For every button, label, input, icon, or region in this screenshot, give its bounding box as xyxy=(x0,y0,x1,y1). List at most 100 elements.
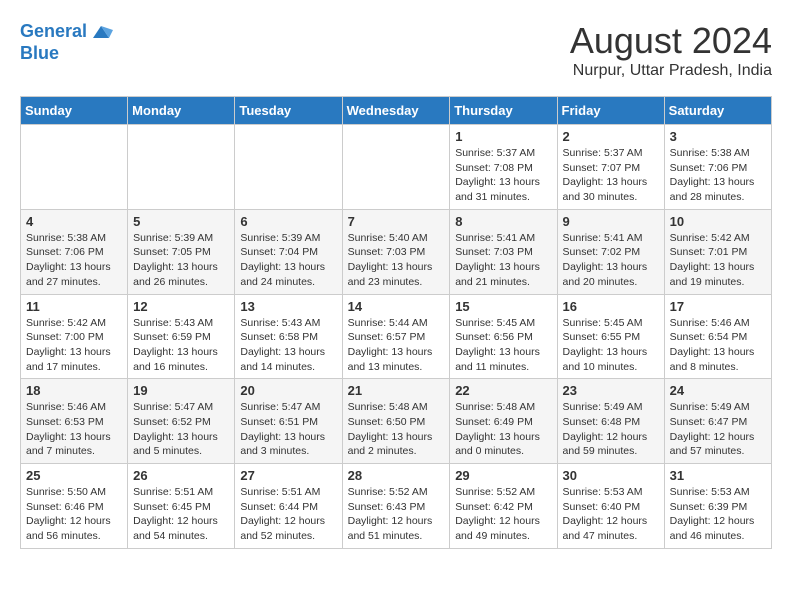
day-info-line: and 11 minutes. xyxy=(455,361,529,373)
day-number: 31 xyxy=(670,468,766,483)
day-info-line: and 14 minutes. xyxy=(240,361,315,373)
header-saturday: Saturday xyxy=(664,97,771,125)
calendar-cell: 25Sunrise: 5:50 AMSunset: 6:46 PMDayligh… xyxy=(21,464,128,549)
day-info-line: and 13 minutes. xyxy=(348,361,423,373)
day-info-line: Sunrise: 5:53 AM xyxy=(563,486,643,498)
day-info: Sunrise: 5:43 AMSunset: 6:59 PMDaylight:… xyxy=(133,316,229,375)
calendar-table: SundayMondayTuesdayWednesdayThursdayFrid… xyxy=(20,96,772,549)
calendar-cell: 29 Sunrise: 5:52 AMSunset: 6:42 PMDayligh… xyxy=(450,464,557,549)
day-info-line: Sunset: 6:39 PM xyxy=(670,501,748,513)
day-info-line: Sunrise: 5:46 AM xyxy=(670,317,750,329)
header-wednesday: Wednesday xyxy=(342,97,450,125)
day-number: 29 xyxy=(455,468,551,483)
day-info: Sunrise: 5:41 AMSunset: 7:03 PMDaylight:… xyxy=(455,231,551,290)
day-number: 17 xyxy=(670,299,766,314)
day-info-line: and 28 minutes. xyxy=(670,191,745,203)
calendar-cell xyxy=(128,125,235,210)
day-info: Sunrise: 5:52 AMSunset: 6:42 PMDaylight:… xyxy=(455,485,551,544)
day-info-line: and 49 minutes. xyxy=(455,530,530,542)
day-number: 2 xyxy=(563,129,659,144)
calendar-cell: 10Sunrise: 5:42 AMSunset: 7:01 PMDayligh… xyxy=(664,209,771,294)
day-info-line: Daylight: 13 hours xyxy=(133,431,218,443)
day-info-line: and 54 minutes. xyxy=(133,530,208,542)
day-info-line: Daylight: 13 hours xyxy=(348,346,433,358)
day-info-line: Sunrise: 5:41 AM xyxy=(455,232,535,244)
calendar-cell: 18Sunrise: 5:46 AMSunset: 6:53 PMDayligh… xyxy=(21,379,128,464)
page-header: General Blue August 2024 Nurpur, Uttar P… xyxy=(20,20,772,80)
calendar-week-row: 11Sunrise: 5:42 AMSunset: 7:00 PMDayligh… xyxy=(21,294,772,379)
day-number: 22 xyxy=(455,383,551,398)
calendar-cell: 19Sunrise: 5:47 AMSunset: 6:52 PMDayligh… xyxy=(128,379,235,464)
day-info-line: Sunrise: 5:42 AM xyxy=(26,317,106,329)
day-info-line: Sunset: 6:40 PM xyxy=(563,501,641,513)
day-info-line: Daylight: 13 hours xyxy=(240,261,325,273)
day-info-line: and 46 minutes. xyxy=(670,530,745,542)
day-info-line: and 0 minutes. xyxy=(455,445,524,457)
day-info-line: Daylight: 12 hours xyxy=(563,431,648,443)
day-info-line: Daylight: 13 hours xyxy=(348,431,433,443)
day-number: 28 xyxy=(348,468,445,483)
day-info-line: and 21 minutes. xyxy=(455,276,530,288)
day-info-line: Sunset: 6:54 PM xyxy=(670,331,748,343)
day-info-line: Sunset: 6:55 PM xyxy=(563,331,641,343)
calendar-cell: 12Sunrise: 5:43 AMSunset: 6:59 PMDayligh… xyxy=(128,294,235,379)
day-info-line: Sunset: 6:56 PM xyxy=(455,331,533,343)
day-number: 3 xyxy=(670,129,766,144)
day-info-line: Sunrise: 5:48 AM xyxy=(455,401,535,413)
day-info: Sunrise: 5:37 AMSunset: 7:08 PMDaylight:… xyxy=(455,146,551,205)
title-block: August 2024 Nurpur, Uttar Pradesh, India xyxy=(570,20,772,80)
day-info-line: Daylight: 13 hours xyxy=(670,346,755,358)
day-info-line: Daylight: 13 hours xyxy=(563,346,648,358)
day-info-line: Sunrise: 5:52 AM xyxy=(348,486,428,498)
calendar-week-row: 4Sunrise: 5:38 AMSunset: 7:06 PMDaylight… xyxy=(21,209,772,294)
day-info-line: and 7 minutes. xyxy=(26,445,95,457)
day-info-line: Sunset: 6:48 PM xyxy=(563,416,641,428)
day-info-line: Sunset: 6:53 PM xyxy=(26,416,104,428)
day-info-line: Sunrise: 5:47 AM xyxy=(133,401,213,413)
day-info-line: and 47 minutes. xyxy=(563,530,638,542)
calendar-cell: 1Sunrise: 5:37 AMSunset: 7:08 PMDaylight… xyxy=(450,125,557,210)
day-info-line: Sunrise: 5:37 AM xyxy=(455,147,535,159)
day-info-line: Sunrise: 5:48 AM xyxy=(348,401,428,413)
day-info-line: Sunrise: 5:41 AM xyxy=(563,232,643,244)
day-info-line: Sunset: 6:46 PM xyxy=(26,501,104,513)
calendar-cell: 21Sunrise: 5:48 AMSunset: 6:50 PMDayligh… xyxy=(342,379,450,464)
day-info-line: Sunset: 7:06 PM xyxy=(670,162,748,174)
day-number: 8 xyxy=(455,214,551,229)
day-info-line: and 16 minutes. xyxy=(133,361,208,373)
day-number: 24 xyxy=(670,383,766,398)
day-number: 10 xyxy=(670,214,766,229)
day-info-line: Daylight: 13 hours xyxy=(670,176,755,188)
day-info: Sunrise: 5:40 AMSunset: 7:03 PMDaylight:… xyxy=(348,231,445,290)
day-info-line: and 5 minutes. xyxy=(133,445,202,457)
day-info-line: Daylight: 12 hours xyxy=(670,431,755,443)
day-info-line: Sunrise: 5:43 AM xyxy=(240,317,320,329)
day-info-line: Sunset: 7:05 PM xyxy=(133,246,211,258)
calendar-cell: 27Sunrise: 5:51 AMSunset: 6:44 PMDayligh… xyxy=(235,464,342,549)
day-info-line: Daylight: 13 hours xyxy=(240,431,325,443)
day-info-line: Daylight: 13 hours xyxy=(455,431,540,443)
day-info: Sunrise: 5:53 AMSunset: 6:39 PMDaylight:… xyxy=(670,485,766,544)
day-info-line: Sunrise: 5:51 AM xyxy=(240,486,320,498)
day-number: 16 xyxy=(563,299,659,314)
day-info-line: Sunrise: 5:47 AM xyxy=(240,401,320,413)
day-number: 11 xyxy=(26,299,122,314)
calendar-cell: 2Sunrise: 5:37 AMSunset: 7:07 PMDaylight… xyxy=(557,125,664,210)
logo-blue-text: Blue xyxy=(20,44,113,64)
calendar-cell: 15Sunrise: 5:45 AMSunset: 6:56 PMDayligh… xyxy=(450,294,557,379)
day-info-line: Sunrise: 5:44 AM xyxy=(348,317,428,329)
calendar-cell: 3Sunrise: 5:38 AMSunset: 7:06 PMDaylight… xyxy=(664,125,771,210)
day-info-line: Sunrise: 5:49 AM xyxy=(563,401,643,413)
day-info-line: Sunrise: 5:53 AM xyxy=(670,486,750,498)
day-info-line: and 19 minutes. xyxy=(670,276,745,288)
day-info: Sunrise: 5:49 AM Sunset: 6:48 PM Daylight:… xyxy=(563,400,659,459)
calendar-cell: 23Sunrise: 5:49 AMSunset: 6:48 PMDayligh… xyxy=(557,379,664,464)
day-info-line: Sunset: 6:45 PM xyxy=(133,501,211,513)
day-info-line: Sunrise: 5:43 AM xyxy=(133,317,213,329)
day-info-line: Sunrise: 5:46 AM xyxy=(26,401,106,413)
day-info-line: Sunrise: 5:45 AM xyxy=(563,317,643,329)
calendar-cell xyxy=(21,125,128,210)
day-info-line: and 56 minutes. xyxy=(26,530,101,542)
day-info-line: Daylight: 13 hours xyxy=(563,176,648,188)
day-info-line: Sunset: 6:44 PM xyxy=(240,501,318,513)
